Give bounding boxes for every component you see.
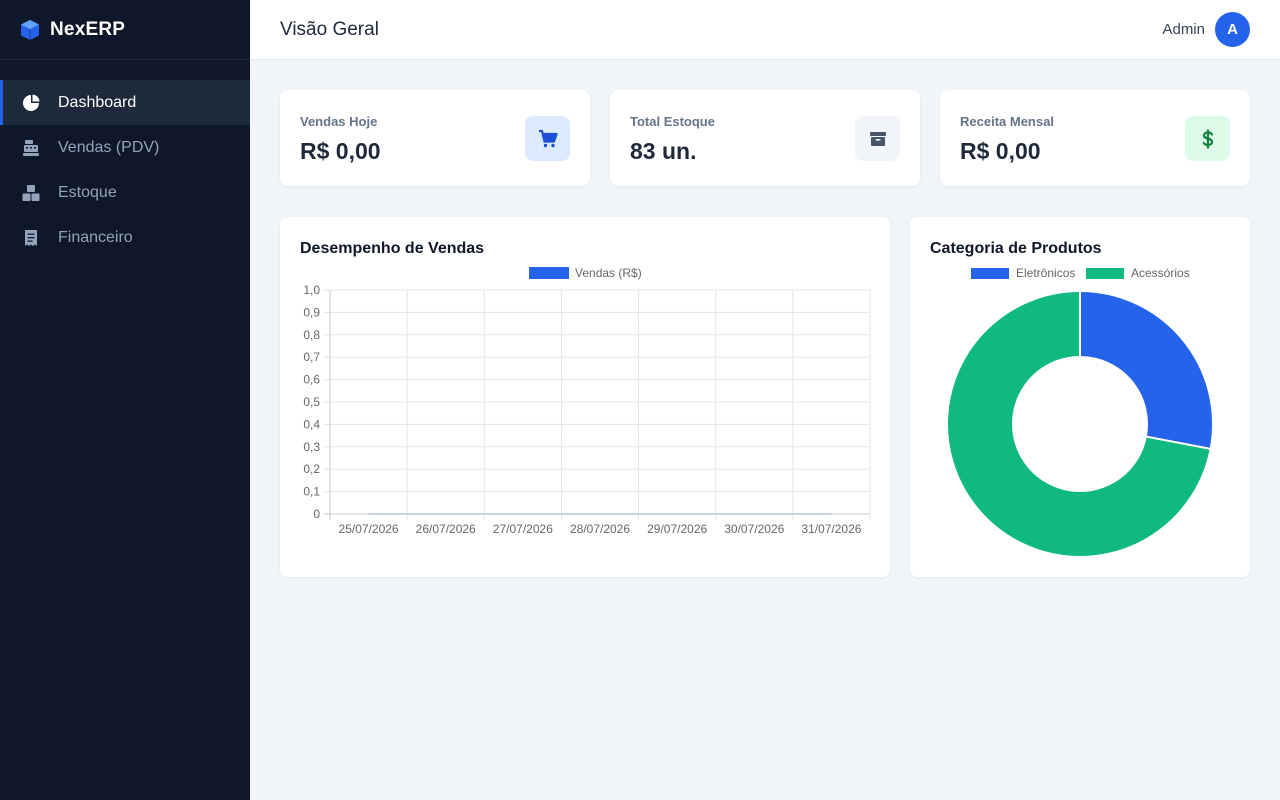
sidebar-item-financeiro[interactable]: Financeiro xyxy=(0,215,250,260)
legend-swatch xyxy=(1086,268,1124,279)
category-chart: Eletrônicos Acessórios xyxy=(946,266,1214,558)
legend-label: Acessórios xyxy=(1131,266,1190,280)
x-tick-label: 28/07/2026 xyxy=(570,522,630,536)
x-tick-label: 25/07/2026 xyxy=(339,522,399,536)
y-tick-label: 0,5 xyxy=(303,395,320,409)
cart-icon xyxy=(525,116,570,161)
sidebar-item-label: Financeiro xyxy=(58,228,133,246)
legend-swatch xyxy=(529,267,569,279)
cash-register-icon xyxy=(22,139,40,157)
y-tick-label: 0,1 xyxy=(303,485,320,499)
y-tick-label: 0,2 xyxy=(303,462,320,476)
y-tick-label: 0,8 xyxy=(303,328,320,342)
stat-card-total-estoque: Total Estoque 83 un. xyxy=(610,90,920,186)
x-tick-label: 26/07/2026 xyxy=(416,522,476,536)
user-menu[interactable]: Admin A xyxy=(1162,12,1250,47)
stat-card-vendas-hoje: Vendas Hoje R$ 0,00 xyxy=(280,90,590,186)
legend-label: Eletrônicos xyxy=(1016,266,1075,280)
sidebar-nav: Dashboard Vendas (PDV) Estoque Financeir… xyxy=(0,80,250,260)
cube-icon xyxy=(21,19,39,40)
sidebar-item-vendas[interactable]: Vendas (PDV) xyxy=(0,125,250,170)
brand[interactable]: NexERP xyxy=(0,0,250,60)
x-tick-label: 29/07/2026 xyxy=(647,522,707,536)
box-icon xyxy=(855,116,900,161)
y-tick-label: 0,3 xyxy=(303,440,320,454)
y-tick-label: 0,6 xyxy=(303,373,320,387)
pie-slice xyxy=(1079,289,1214,451)
x-tick-label: 27/07/2026 xyxy=(493,522,553,536)
sidebar-item-estoque[interactable]: Estoque xyxy=(0,170,250,215)
y-tick-label: 1,0 xyxy=(303,283,320,297)
y-tick-label: 0 xyxy=(313,507,320,521)
y-tick-label: 0,4 xyxy=(303,417,320,431)
x-tick-label: 31/07/2026 xyxy=(801,522,861,536)
legend-label: Vendas (R$) xyxy=(575,266,642,280)
sidebar-item-dashboard[interactable]: Dashboard xyxy=(0,80,250,125)
sales-chart: Vendas (R$) 1,0 0,9 0,8 0,7 0,6 0,5 0,4 0,3 0,2 0,… xyxy=(303,266,871,536)
receipt-icon xyxy=(22,229,40,247)
sales-chart-card: Desempenho de Vendas Vendas (R$) 1,0 0,9 0,… xyxy=(280,217,890,577)
sidebar-item-label: Dashboard xyxy=(58,93,137,111)
avatar[interactable]: A xyxy=(1215,12,1250,47)
user-name: Admin xyxy=(1162,21,1205,38)
sidebar-item-label: Estoque xyxy=(58,183,117,201)
page-title: Visão Geral xyxy=(280,18,379,40)
legend-swatch xyxy=(971,268,1009,279)
category-chart-card: Categoria de Produtos Eletrônicos Acessór… xyxy=(910,217,1250,577)
sidebar-item-label: Vendas (PDV) xyxy=(58,138,160,156)
brand-name: NexERP xyxy=(50,18,126,40)
y-tick-label: 0,7 xyxy=(303,350,320,364)
stat-card-receita-mensal: Receita Mensal R$ 0,00 xyxy=(940,90,1250,186)
top-header: Visão Geral Admin A xyxy=(250,0,1280,60)
sidebar: NexERP Dashboard Vendas (PDV) Estoque Fi… xyxy=(0,0,250,800)
x-tick-label: 30/07/2026 xyxy=(724,522,784,536)
y-tick-label: 0,9 xyxy=(303,305,320,319)
boxes-icon xyxy=(22,184,40,202)
pie-chart-icon xyxy=(22,94,40,112)
dollar-icon xyxy=(1185,116,1230,161)
